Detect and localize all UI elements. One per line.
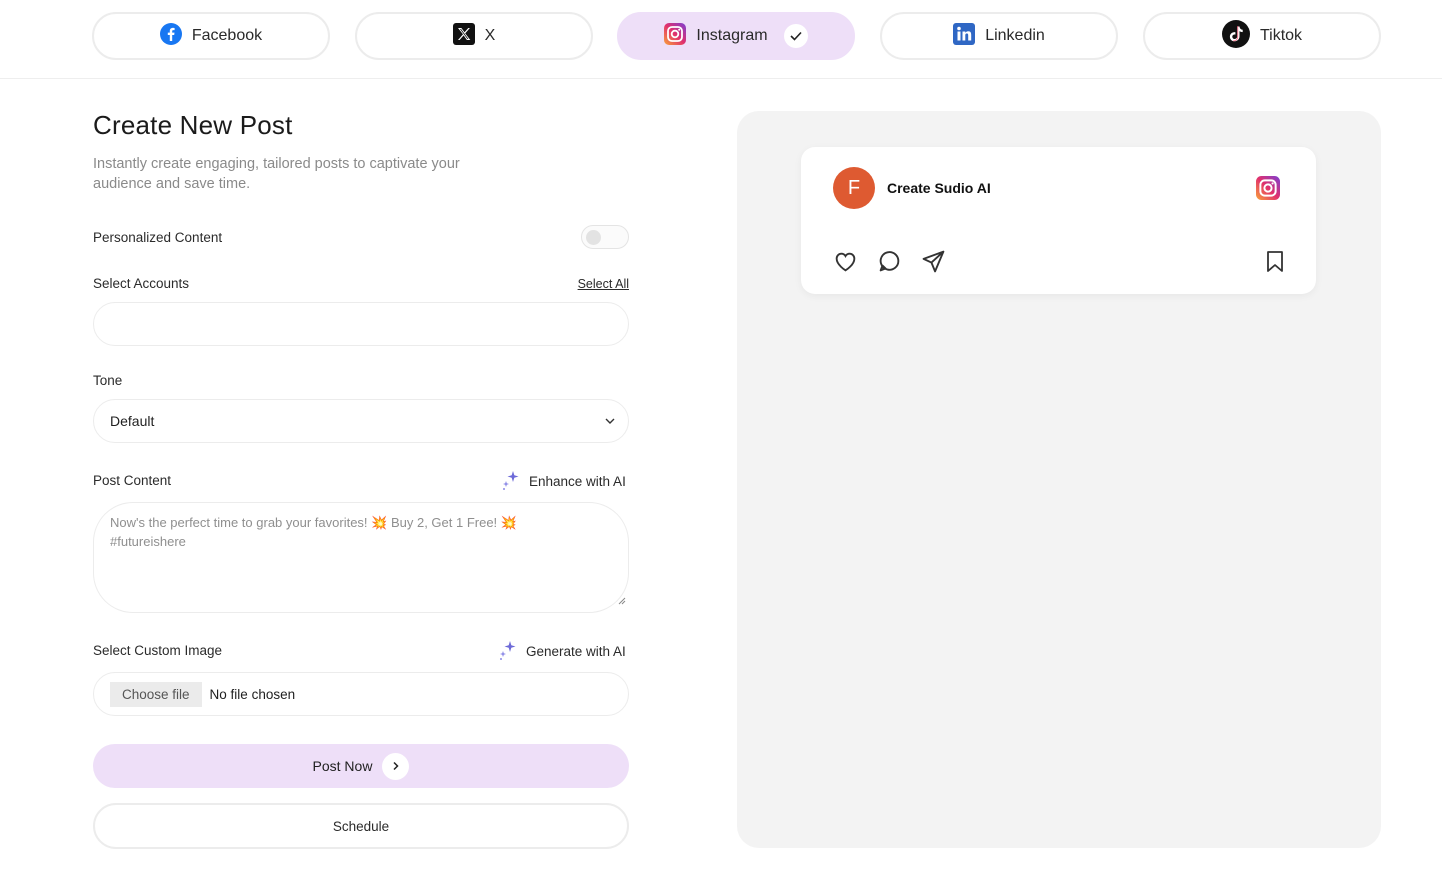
resize-handle-icon[interactable] [618,591,626,610]
accounts-select-input[interactable] [93,302,629,346]
check-icon [783,24,808,48]
toggle-knob [586,229,601,245]
post-content-label: Post Content [93,473,172,488]
linkedin-icon [953,22,976,50]
preview-account-name: Create Sudio AI [887,180,991,196]
tab-facebook[interactable]: Facebook [92,12,330,60]
x-icon [452,22,475,50]
generate-with-ai-button[interactable]: Generate with AI [498,640,626,663]
choose-file-button[interactable]: Choose file [110,681,202,707]
tab-x[interactable]: X [355,12,593,60]
platform-tab-bar: Facebook X Instagram Linkedin Tiktok [0,0,1442,79]
tab-tiktok[interactable]: Tiktok [1143,12,1381,60]
page-title: Create New Post [93,110,293,140]
post-content-textarea[interactable]: Now's the perfect time to grab your favo… [93,502,629,613]
enhance-with-ai-button[interactable]: Enhance with AI [501,470,626,493]
select-accounts-label: Select Accounts [93,276,190,291]
chevron-right-icon [382,752,410,780]
instagram-icon [664,22,687,50]
sparkles-icon [501,470,521,493]
bookmark-icon[interactable] [1264,249,1286,279]
tone-select[interactable]: Default [93,399,629,443]
heart-icon[interactable] [833,249,858,279]
enhance-label: Enhance with AI [529,474,626,489]
select-custom-image-label: Select Custom Image [93,643,223,658]
tab-label: Instagram [696,27,768,44]
tab-linkedin[interactable]: Linkedin [880,12,1118,60]
avatar: F [833,167,875,209]
custom-image-file-input[interactable]: Choose file No file chosen [93,672,629,716]
tone-value: Default [110,413,155,429]
post-now-button[interactable]: Post Now [93,744,629,788]
personalized-content-toggle[interactable] [581,225,629,249]
tab-label: Facebook [191,27,263,44]
post-now-label: Post Now [312,758,373,774]
instagram-post-preview-card: F Create Sudio AI [801,147,1316,294]
sparkles-icon [498,640,518,663]
schedule-button[interactable]: Schedule [93,803,629,849]
tab-label: X [484,27,496,44]
tiktok-icon [1221,19,1250,53]
comment-icon[interactable] [877,249,902,279]
personalized-content-label: Personalized Content [93,230,223,245]
generate-label: Generate with AI [526,644,626,659]
tab-label: Linkedin [985,27,1045,44]
no-file-text: No file chosen [209,686,296,702]
tab-instagram[interactable]: Instagram [617,12,855,60]
facebook-icon [159,22,182,50]
tone-label: Tone [93,373,123,388]
instagram-icon [1256,176,1280,205]
tab-label: Tiktok [1259,27,1303,44]
share-icon[interactable] [921,249,946,279]
page-subtitle: Instantly create engaging, tailored post… [93,156,460,192]
post-preview-panel: F Create Sudio AI [737,111,1381,848]
chevron-down-icon [604,414,616,430]
post-content-placeholder: Now's the perfect time to grab your favo… [110,515,517,549]
select-all-link[interactable]: Select All [578,277,629,291]
